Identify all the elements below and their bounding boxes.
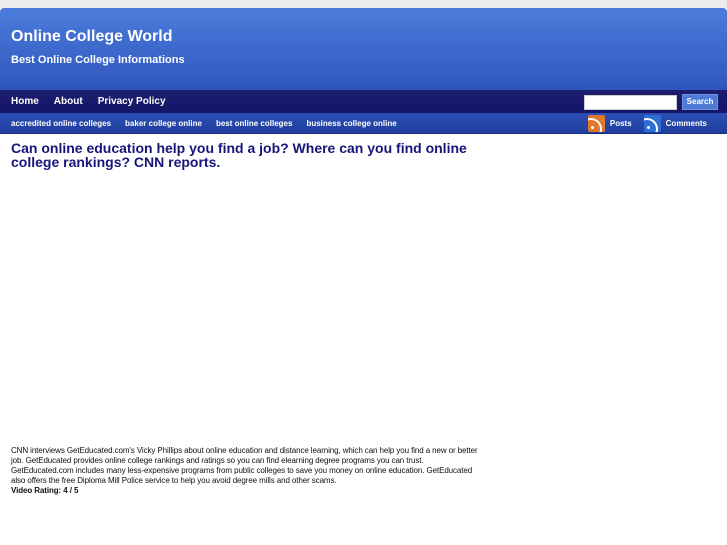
category-link[interactable]: baker college online — [125, 119, 202, 128]
rss-icon — [587, 115, 605, 132]
posts-feed-link[interactable]: Posts — [587, 115, 632, 132]
rss-icon — [643, 115, 661, 132]
rating-label: Video Rating: — [11, 486, 62, 495]
post-title[interactable]: Can online education help you find a job… — [11, 141, 491, 169]
description-text: CNN interviews GetEducated.com's Vicky P… — [11, 446, 478, 485]
rating-value: 4 / 5 — [63, 486, 79, 495]
posts-feed-label: Posts — [609, 119, 632, 128]
nav-home[interactable]: Home — [11, 96, 39, 107]
search-input[interactable] — [584, 95, 677, 110]
category-link[interactable]: business college online — [306, 119, 396, 128]
top-band — [0, 0, 727, 8]
comments-feed-link[interactable]: Comments — [643, 115, 707, 132]
category-link[interactable]: accredited online colleges — [11, 119, 111, 128]
post-description: CNN interviews GetEducated.com's Vicky P… — [11, 446, 481, 496]
nav-about[interactable]: About — [54, 96, 83, 107]
site-title-link[interactable]: Online College World — [11, 28, 716, 46]
site-header: Online College World Best Online College… — [0, 8, 727, 90]
site-tagline: Best Online College Informations — [11, 54, 185, 66]
comments-feed-label: Comments — [665, 119, 707, 128]
category-nav: accredited online colleges baker college… — [0, 113, 727, 134]
search-button[interactable]: Search — [682, 94, 718, 110]
nav-privacy-policy[interactable]: Privacy Policy — [98, 96, 166, 107]
main-nav: Home About Privacy Policy Search — [0, 90, 727, 113]
category-link[interactable]: best online colleges — [216, 119, 292, 128]
